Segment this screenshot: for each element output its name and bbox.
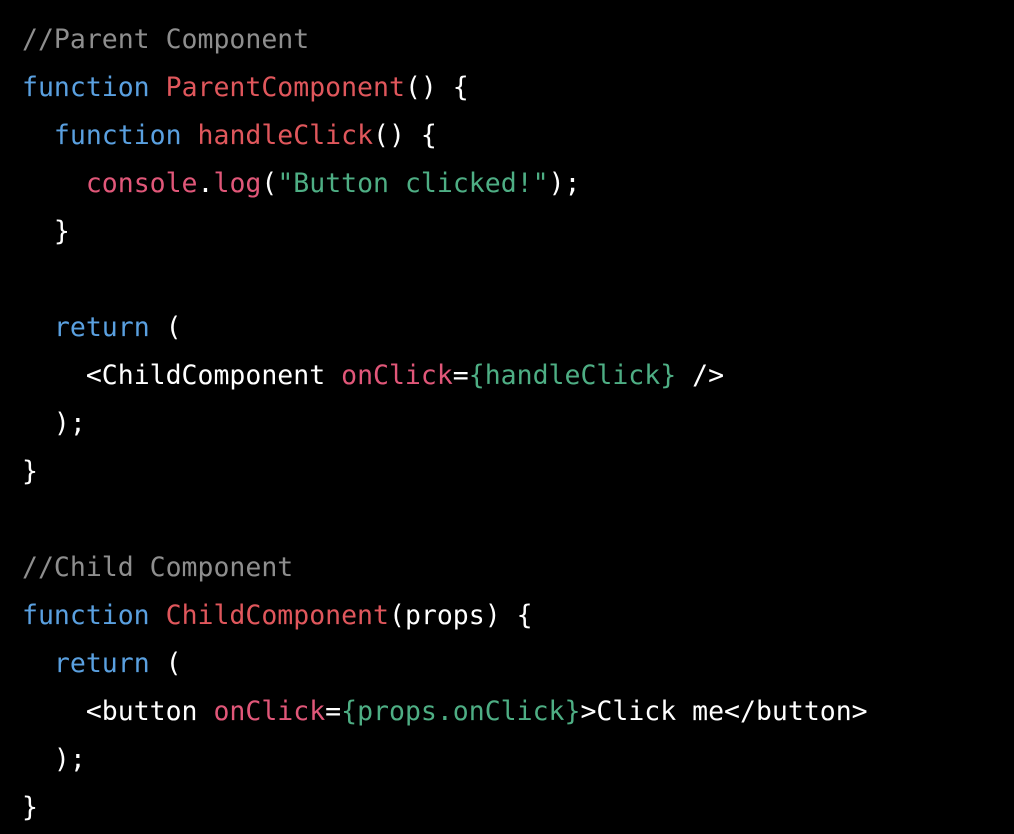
code-keyword: return [53,648,150,679]
code-identifier: log [213,168,262,199]
code-line: return ( [22,640,1014,688]
code-expression: {props.onClick} [341,696,581,727]
code-line: <ChildComponent onClick={handleClick} /> [22,352,1014,400]
code-expression: {handleClick} [468,360,677,391]
code-text: <button [85,696,214,727]
code-punctuation: ( [149,312,182,343]
code-attribute: onClick [213,696,326,727]
code-line: console.log("Button clicked!"); [22,160,1014,208]
code-text: <ChildComponent [85,360,342,391]
code-line: } [22,784,1014,832]
code-keyword: function [53,120,182,151]
code-identifier: console [85,168,198,199]
code-function-name: ChildComponent [165,600,389,631]
code-block: //Parent Component function ParentCompone… [0,0,1014,834]
code-punctuation: ); [53,408,86,439]
code-line: function ParentComponent() { [22,64,1014,112]
code-attribute: onClick [341,360,453,391]
code-punctuation: (props) { [388,600,533,631]
code-punctuation: () { [373,120,437,151]
code-line: //Child Component [22,544,1014,592]
code-punctuation: ); [548,168,581,199]
code-line: ); [22,400,1014,448]
code-function-name: handleClick [197,120,374,151]
code-punctuation: () { [404,72,469,103]
code-comment: //Child Component [22,552,294,583]
code-function-name: ParentComponent [165,72,405,103]
code-text: >Click me</button> [580,696,868,727]
code-line: ​ [22,496,1014,544]
code-keyword: function [22,600,150,631]
code-line: <button onClick={props.onClick}>Click me… [22,688,1014,736]
code-string: "Button clicked!" [277,168,549,199]
code-keyword: function [22,72,150,103]
code-line: function ChildComponent(props) { [22,592,1014,640]
code-punctuation: = [325,696,342,727]
code-line: } [22,208,1014,256]
code-punctuation: ); [53,744,86,775]
code-line: } [22,448,1014,496]
code-punctuation: } [53,216,70,247]
code-text: /> [676,360,725,391]
code-punctuation: = [452,360,469,391]
code-keyword: return [53,312,150,343]
code-punctuation: ( [261,168,278,199]
code-punctuation: } [22,456,38,487]
code-line: ​ [22,256,1014,304]
code-line: ); [22,736,1014,784]
code-comment: //Parent Component [22,24,310,55]
code-punctuation: } [22,792,38,823]
code-punctuation: ( [149,648,182,679]
code-line: //Parent Component [22,16,1014,64]
code-line: function handleClick() { [22,112,1014,160]
code-line: return ( [22,304,1014,352]
code-punctuation: . [197,168,214,199]
